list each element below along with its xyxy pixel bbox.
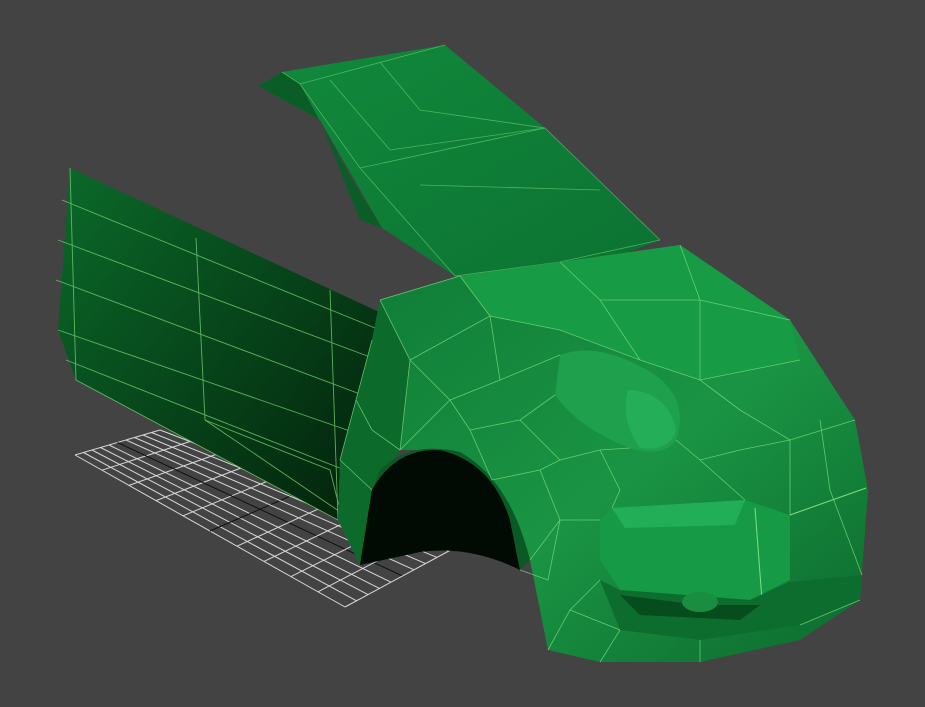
fog-light: [682, 592, 718, 612]
3d-perspective-viewport[interactable]: [0, 0, 925, 707]
hood-panel[interactable]: [258, 44, 661, 278]
viewport-canvas[interactable]: [0, 0, 925, 707]
